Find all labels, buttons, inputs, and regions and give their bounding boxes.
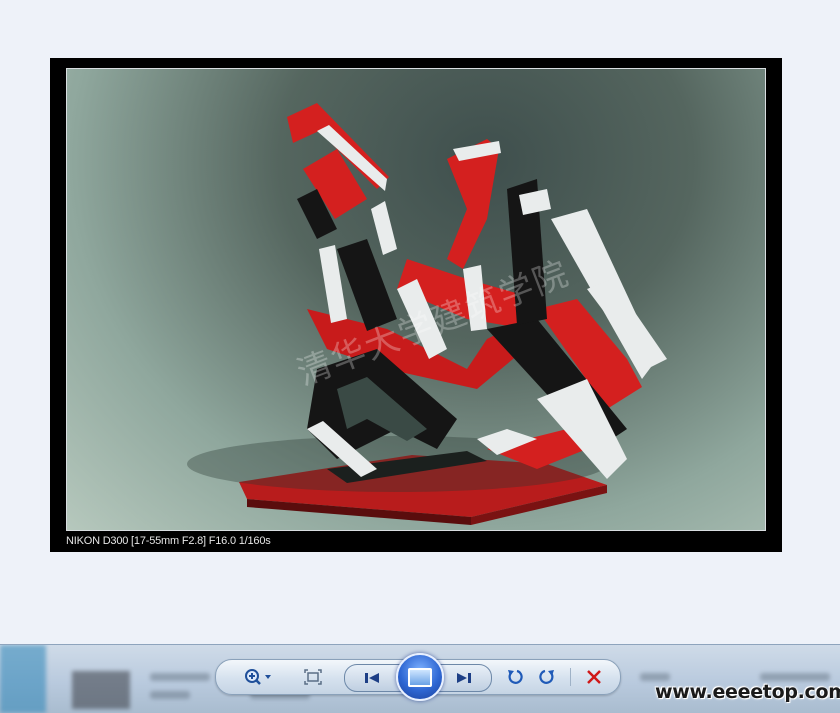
photo-viewer-canvas: 清华大学建筑学院 NIKON D300 [17-55mm F2.8] F16.0… [0, 0, 840, 644]
photo-frame: 清华大学建筑学院 NIKON D300 [17-55mm F2.8] F16.0… [50, 58, 782, 552]
next-button[interactable] [441, 665, 487, 691]
rotate-clockwise-button[interactable] [534, 665, 560, 689]
skip-previous-icon [365, 673, 379, 683]
exif-caption: NIKON D300 [17-55mm F2.8] F16.0 1/160s [66, 535, 271, 547]
displayed-photo: 清华大学建筑学院 [66, 68, 766, 531]
rotate-counterclockwise-icon [508, 669, 523, 684]
slideshow-icon [408, 667, 432, 687]
toolbar-separator [570, 668, 571, 686]
skip-next-icon [457, 673, 471, 683]
viewer-toolbar [215, 653, 621, 701]
previous-button[interactable] [349, 665, 395, 691]
site-watermark: www.eeeetop.com [655, 681, 840, 703]
fit-window-icon [304, 669, 322, 685]
zoom-button[interactable] [242, 665, 276, 689]
magnifier-plus-icon [245, 669, 271, 685]
delete-x-icon [587, 670, 601, 684]
viewer-control-bar: www.eeeetop.com [0, 644, 840, 713]
fit-window-button[interactable] [300, 665, 326, 689]
rotate-counterclockwise-button[interactable] [502, 665, 528, 689]
delete-button[interactable] [581, 665, 607, 689]
rotate-clockwise-icon [539, 669, 554, 684]
slideshow-button[interactable] [396, 653, 444, 701]
